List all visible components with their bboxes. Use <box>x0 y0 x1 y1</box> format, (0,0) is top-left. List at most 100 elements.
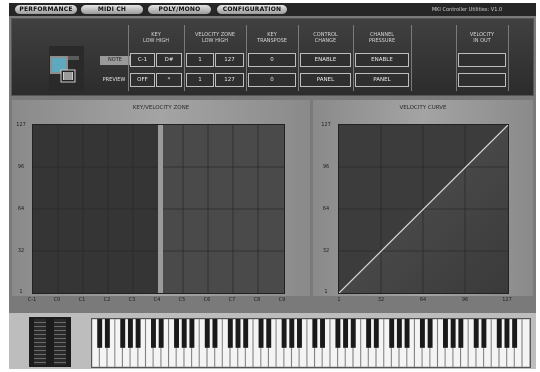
y-tick: 127 <box>16 122 26 128</box>
black-key[interactable] <box>281 319 287 348</box>
black-key[interactable] <box>135 319 141 348</box>
black-key[interactable] <box>320 319 325 348</box>
separator <box>353 25 354 91</box>
velocity-curve-plot[interactable] <box>338 124 509 294</box>
black-key[interactable] <box>496 319 502 348</box>
control-change-field[interactable]: PANEL <box>300 73 351 87</box>
black-key[interactable] <box>227 319 233 348</box>
key-low-field[interactable]: OFF <box>130 73 155 87</box>
black-key[interactable] <box>204 319 210 348</box>
header-channel-pressure: CHANNEL PRESSURE <box>355 32 409 44</box>
transpose-field[interactable]: 0 <box>248 53 296 67</box>
black-key[interactable] <box>512 319 518 348</box>
control-change-field[interactable]: ENABLE <box>300 53 351 67</box>
x-tick: C6 <box>203 297 211 303</box>
x-tick: C2 <box>103 297 111 303</box>
transpose-field[interactable]: 0 <box>248 73 296 87</box>
black-key[interactable] <box>297 319 302 348</box>
velocity-high-field[interactable]: 127 <box>215 53 244 67</box>
black-key[interactable] <box>366 319 372 348</box>
row-label-preview[interactable]: PREVIEW <box>98 76 130 85</box>
tab-midi-ch[interactable]: MIDI CH <box>81 5 143 14</box>
black-key[interactable] <box>427 319 433 348</box>
y-tick: 96 <box>322 164 330 170</box>
black-key[interactable] <box>389 319 395 348</box>
piano-keyboard[interactable] <box>91 318 531 368</box>
key-high-field[interactable]: * <box>156 73 182 87</box>
black-key[interactable] <box>212 319 218 348</box>
velocity-high-field[interactable]: 127 <box>215 73 244 87</box>
y-tick: 96 <box>17 164 25 170</box>
black-key[interactable] <box>127 319 133 348</box>
black-key[interactable] <box>312 319 318 348</box>
x-tick: C0 <box>53 297 61 303</box>
separator <box>411 25 412 91</box>
piano-keys <box>92 319 530 367</box>
tone-selector-icon[interactable] <box>49 46 84 91</box>
black-key[interactable] <box>181 319 187 348</box>
black-key[interactable] <box>174 319 179 348</box>
black-key[interactable] <box>335 319 341 348</box>
tab-configuration[interactable]: CONFIGURATION <box>217 5 287 14</box>
key-velocity-plot[interactable] <box>32 124 285 294</box>
y-tick: 64 <box>322 206 330 212</box>
x-tick: C5 <box>178 297 186 303</box>
black-key[interactable] <box>189 319 195 348</box>
black-key[interactable] <box>235 319 241 348</box>
modulation-wheel[interactable] <box>54 319 66 365</box>
black-key[interactable] <box>120 319 126 348</box>
app-window: PERFORMANCE MIDI CH POLY/MONO CONFIGURAT… <box>9 3 536 369</box>
velocity-in-out-field[interactable] <box>458 73 506 87</box>
black-key[interactable] <box>243 319 249 348</box>
black-key[interactable] <box>504 319 510 348</box>
header-bottom: TRANSPOSE <box>257 38 287 44</box>
velocity-in-out-field[interactable] <box>458 53 506 67</box>
x-tick: 32 <box>377 297 385 303</box>
black-key[interactable] <box>404 319 410 348</box>
black-key[interactable] <box>396 319 402 348</box>
tab-poly-mono[interactable]: POLY/MONO <box>148 5 211 14</box>
black-key[interactable] <box>266 319 272 348</box>
black-key[interactable] <box>450 319 456 348</box>
key-low-field[interactable]: C-1 <box>130 53 155 67</box>
black-key[interactable] <box>350 319 356 348</box>
black-key[interactable] <box>419 319 425 348</box>
header-velocity-zone: VELOCITY ZONE LOW HIGH <box>186 32 244 44</box>
black-key[interactable] <box>151 319 156 348</box>
y-tick: 127 <box>321 122 331 128</box>
black-key[interactable] <box>458 319 464 348</box>
x-tick: C3 <box>128 297 136 303</box>
black-key[interactable] <box>443 319 448 348</box>
black-key[interactable] <box>373 319 379 348</box>
x-tick: 127 <box>502 297 512 303</box>
black-key[interactable] <box>289 319 295 348</box>
black-key[interactable] <box>258 319 264 348</box>
velocity-low-field[interactable]: 1 <box>186 53 214 67</box>
black-key[interactable] <box>97 319 103 348</box>
black-key[interactable] <box>104 319 110 348</box>
separator <box>184 25 185 91</box>
channel-pressure-field[interactable]: PANEL <box>355 73 409 87</box>
x-tick: C-1 <box>27 297 37 303</box>
pitch-bend-wheel[interactable] <box>34 319 46 365</box>
black-key[interactable] <box>343 319 349 348</box>
separator <box>508 25 509 91</box>
parameter-panel: NOTE PREVIEW KEY LOW HIGH VELOCITY ZONE … <box>11 18 534 96</box>
channel-pressure-field[interactable]: ENABLE <box>355 53 409 67</box>
key-high-field[interactable]: D# <box>156 53 182 67</box>
tab-performance[interactable]: PERFORMANCE <box>15 5 77 14</box>
row-label-note[interactable]: NOTE <box>100 56 130 65</box>
y-tick: 64 <box>17 206 25 212</box>
x-tick: 96 <box>461 297 469 303</box>
x-tick: 64 <box>419 297 427 303</box>
separator <box>456 25 457 91</box>
velocity-low-field[interactable]: 1 <box>186 73 214 87</box>
y-tick: 32 <box>322 248 330 254</box>
black-key[interactable] <box>481 319 487 348</box>
header-bottom: LOW HIGH <box>202 38 228 44</box>
header-bottom: CHANGE <box>314 38 337 44</box>
black-key[interactable] <box>473 319 479 348</box>
white-key[interactable] <box>522 319 530 367</box>
black-key[interactable] <box>158 319 164 348</box>
x-tick: C8 <box>253 297 261 303</box>
